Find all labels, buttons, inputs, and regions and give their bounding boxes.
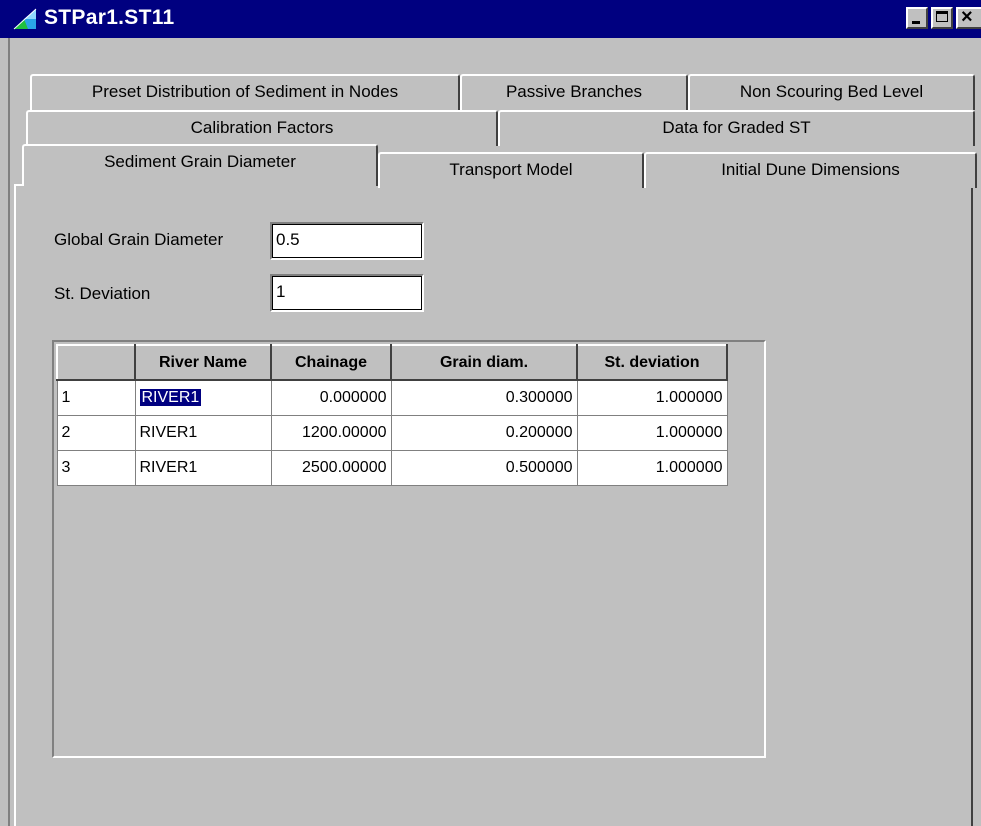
st-deviation-label: St. Deviation (54, 284, 151, 303)
tab-transport-model[interactable]: Transport Model (378, 152, 644, 188)
cell-grain-diam[interactable]: 0.200000 (390, 414, 578, 451)
sediment-grid[interactable]: River Name Chainage Grain diam. St. devi… (52, 340, 766, 758)
tab-data-for-graded-st[interactable]: Data for Graded ST (498, 110, 975, 146)
maximize-icon (936, 11, 948, 22)
maximize-button[interactable] (931, 7, 953, 29)
title-bar[interactable]: STPar1.ST11 × (0, 0, 981, 38)
table-row: 3 RIVER1 2500.00000 0.500000 1.000000 (56, 449, 728, 486)
column-header-st-deviation[interactable]: St. deviation (576, 344, 728, 381)
column-header-grain-diam[interactable]: Grain diam. (390, 344, 578, 381)
tab-passive-branches[interactable]: Passive Branches (460, 74, 688, 110)
cell-st-deviation[interactable]: 1.000000 (576, 449, 728, 486)
cell-st-deviation[interactable]: 1.000000 (576, 379, 728, 416)
cell-grain-diam[interactable]: 0.500000 (390, 449, 578, 486)
st-deviation-input[interactable]: 1 (270, 274, 424, 312)
window-title: STPar1.ST11 (44, 6, 175, 29)
grid-table: River Name Chainage Grain diam. St. devi… (56, 344, 728, 486)
minimize-icon (912, 21, 920, 24)
column-header-river-name[interactable]: River Name (134, 344, 272, 381)
close-icon: × (961, 6, 973, 28)
cell-chainage[interactable]: 1200.00000 (270, 414, 392, 451)
tab-calibration-factors[interactable]: Calibration Factors (26, 110, 498, 146)
cell-river-name[interactable]: RIVER1 (134, 414, 272, 451)
cell-river-name[interactable]: RIVER1 (134, 449, 272, 486)
cell-chainage[interactable]: 0.000000 (270, 379, 392, 416)
close-button[interactable]: × (956, 6, 981, 29)
tab-preset-distribution[interactable]: Preset Distribution of Sediment in Nodes (30, 74, 460, 110)
cell-grain-diam[interactable]: 0.300000 (390, 379, 578, 416)
minimize-button[interactable] (906, 7, 928, 29)
row-header[interactable]: 2 (56, 414, 136, 451)
tab-initial-dune-dimensions[interactable]: Initial Dune Dimensions (644, 152, 977, 188)
app-icon[interactable] (12, 7, 38, 31)
tab-non-scouring-bed-level[interactable]: Non Scouring Bed Level (688, 74, 975, 110)
cell-chainage[interactable]: 2500.00000 (270, 449, 392, 486)
selected-cell-text: RIVER1 (138, 387, 203, 407)
table-row: 2 RIVER1 1200.00000 0.200000 1.000000 (56, 414, 728, 451)
row-header[interactable]: 1 (56, 379, 136, 416)
global-grain-diameter-input[interactable]: 0.5 (270, 222, 424, 260)
tab-sediment-grain-diameter[interactable]: Sediment Grain Diameter (22, 144, 378, 186)
row-header[interactable]: 3 (56, 449, 136, 486)
grid-header-row: River Name Chainage Grain diam. St. devi… (56, 344, 728, 381)
column-header-chainage[interactable]: Chainage (270, 344, 392, 381)
cell-st-deviation[interactable]: 1.000000 (576, 414, 728, 451)
global-grain-diameter-label: Global Grain Diameter (54, 230, 224, 249)
cell-river-name[interactable]: RIVER1 (134, 379, 272, 416)
grid-corner-header[interactable] (56, 344, 136, 381)
table-row: 1 RIVER1 0.000000 0.300000 1.000000 (56, 379, 728, 416)
